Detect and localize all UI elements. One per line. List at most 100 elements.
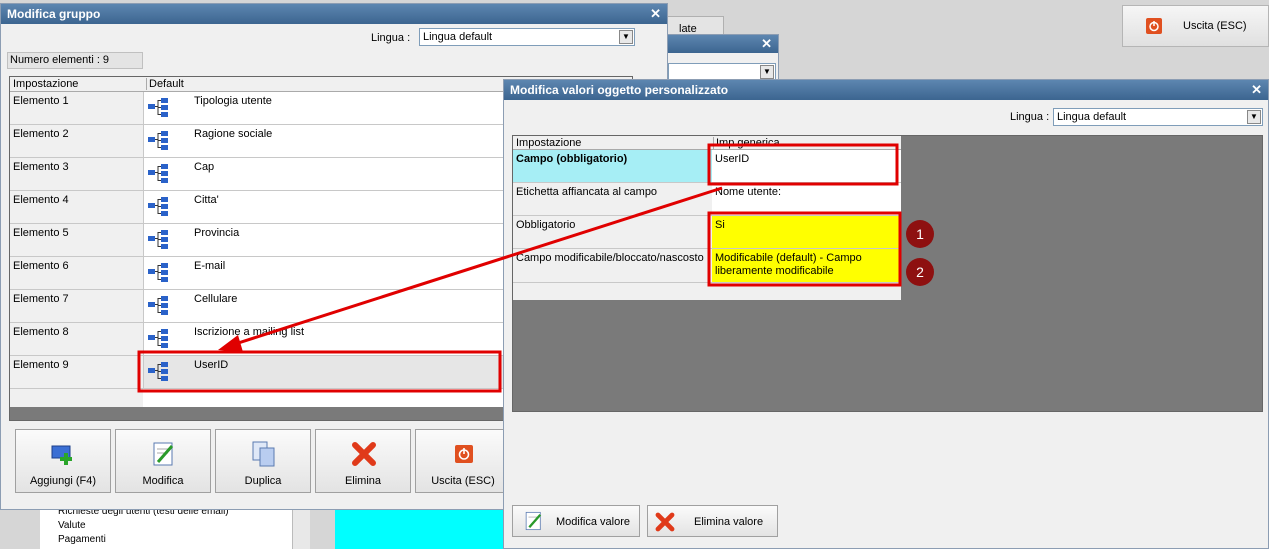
row-value-cell: Si: [712, 216, 901, 248]
value-row[interactable]: Campo modificabile/bloccato/nascosto Mod…: [513, 249, 901, 283]
group-window-titlebar[interactable]: Modifica gruppo ✕: [1, 4, 667, 24]
cyan-panel: [335, 508, 515, 549]
row-setting-label: Elemento 2: [13, 128, 69, 140]
row-setting-label: Obbligatorio: [516, 219, 576, 231]
row-value-label: Modificabile (default) - Campo liberamen…: [715, 252, 862, 277]
column-header-default[interactable]: Default: [146, 78, 184, 90]
row-value-label: UserID: [715, 153, 750, 165]
row-setting-label: Elemento 4: [13, 194, 69, 206]
tree-structure-icon: [148, 362, 168, 381]
exit-button[interactable]: Uscita (ESC): [415, 429, 511, 493]
language-value: Lingua default: [1057, 111, 1127, 123]
tree-item[interactable]: Valute: [58, 520, 86, 531]
row-setting-label: Elemento 5: [13, 227, 69, 239]
row-value-label: Nome utente:: [715, 186, 782, 198]
value-row[interactable]: Campo (obbligatorio) UserID: [513, 150, 901, 183]
delete-button[interactable]: Elimina: [315, 429, 411, 493]
background-exit-button[interactable]: Uscita (ESC): [1122, 5, 1269, 47]
tree-structure-icon: [148, 164, 168, 183]
element-count: Numero elementi : 9: [7, 52, 143, 69]
row-default-label: UserID: [194, 359, 229, 371]
power-icon: [1146, 18, 1162, 34]
tree-panel: Richieste degli utenti (testi delle emai…: [40, 506, 310, 549]
delete-icon: [352, 442, 376, 466]
tree-item[interactable]: Pagamenti: [58, 534, 106, 545]
column-header-generic[interactable]: Imp.generica: [713, 137, 780, 149]
row-setting-label: Elemento 8: [13, 326, 69, 338]
row-default-label: Cap: [194, 161, 215, 173]
row-default-label: Provincia: [194, 227, 240, 239]
language-select[interactable]: Lingua default ▼: [419, 28, 635, 46]
row-setting-cell: Elemento 4: [10, 191, 144, 223]
row-setting-label: Elemento 3: [13, 161, 69, 173]
duplicate-button-label: Duplica: [244, 475, 282, 487]
language-select[interactable]: Lingua default ▼: [1053, 108, 1263, 126]
value-row[interactable]: Obbligatorio Si: [513, 216, 901, 249]
row-setting-cell: Elemento 5: [10, 224, 144, 256]
group-toolbar: Aggiungi (F4) Modifica Duplica Elimina U…: [15, 429, 515, 495]
tree-structure-icon: [148, 197, 168, 216]
row-setting-cell: Elemento 3: [10, 158, 144, 190]
language-value: Lingua default: [423, 31, 493, 43]
row-setting-label: Campo (obbligatorio): [516, 153, 628, 165]
value-window-titlebar[interactable]: Modifica valori oggetto personalizzato ✕: [504, 80, 1268, 100]
group-window-title: Modifica gruppo: [7, 7, 101, 21]
edit-icon: [525, 511, 542, 531]
background-exit-label: Uscita (ESC): [1183, 20, 1247, 32]
close-icon[interactable]: ✕: [1251, 80, 1262, 100]
edit-button[interactable]: Modifica: [115, 429, 211, 493]
add-button[interactable]: Aggiungi (F4): [15, 429, 111, 493]
tree-structure-icon: [148, 263, 168, 282]
language-label: Lingua :: [371, 32, 411, 44]
row-default-label: Ragione sociale: [194, 128, 273, 140]
annotation-badge-1: 1: [906, 220, 934, 248]
value-row-empty: [513, 283, 901, 300]
row-setting-cell: Elemento 2: [10, 125, 144, 157]
row-value-cell: Nome utente:: [712, 183, 901, 215]
chevron-down-icon[interactable]: ▼: [760, 65, 774, 79]
empty-row: [10, 389, 143, 407]
edit-value-label: Modifica valore: [556, 516, 630, 528]
row-setting-label: Elemento 9: [13, 359, 69, 371]
value-row[interactable]: Etichetta affiancata al campo Nome utent…: [513, 183, 901, 216]
column-header-setting[interactable]: Impostazione: [13, 78, 78, 90]
tree-scrollbar[interactable]: [292, 508, 310, 549]
value-window: Modifica valori oggetto personalizzato ✕…: [503, 79, 1269, 549]
row-setting-label: Elemento 6: [13, 260, 69, 272]
add-icon: [51, 445, 72, 465]
edit-value-button[interactable]: Modifica valore: [512, 505, 640, 537]
annotation-badge-2: 2: [906, 258, 934, 286]
row-setting-cell: Campo (obbligatorio): [513, 150, 712, 182]
column-header-setting[interactable]: Impostazione: [516, 137, 581, 149]
values-table: Impostazione Imp.generica Campo (obbliga…: [513, 136, 901, 300]
delete-button-label: Elimina: [344, 475, 382, 487]
row-setting-cell: Elemento 1: [10, 92, 144, 124]
duplicate-button[interactable]: Duplica: [215, 429, 311, 493]
row-default-label: Cellulare: [194, 293, 238, 305]
close-icon[interactable]: ✕: [761, 35, 772, 53]
row-setting-cell: Elemento 8: [10, 323, 144, 355]
row-value-label: Si: [715, 219, 725, 231]
delete-value-label: Elimina valore: [694, 516, 764, 528]
delete-value-button[interactable]: Elimina valore: [647, 505, 778, 537]
row-default-label: E-mail: [194, 260, 226, 272]
language-label: Lingua :: [1010, 111, 1050, 123]
add-button-label: Aggiungi (F4): [29, 475, 97, 487]
row-value-cell: Modificabile (default) - Campo liberamen…: [712, 249, 901, 282]
power-icon: [455, 445, 473, 463]
close-icon[interactable]: ✕: [650, 4, 661, 24]
row-default-label: Citta': [194, 194, 219, 206]
exit-button-label: Uscita (ESC): [431, 475, 495, 487]
delete-icon: [655, 512, 675, 532]
row-default-label: Tipologia utente: [194, 95, 272, 107]
row-setting-label: Etichetta affiancata al campo: [516, 186, 658, 198]
chevron-down-icon[interactable]: ▼: [1247, 110, 1261, 124]
row-setting-cell: Elemento 9: [10, 356, 144, 388]
values-grid: Impostazione Imp.generica Campo (obbliga…: [512, 135, 1263, 412]
value-window-title: Modifica valori oggetto personalizzato: [510, 83, 729, 97]
tree-structure-icon: [148, 329, 168, 348]
edit-button-label: Modifica: [142, 475, 184, 487]
row-setting-cell: Elemento 6: [10, 257, 144, 289]
chevron-down-icon[interactable]: ▼: [619, 30, 633, 44]
edit-icon: [153, 442, 174, 466]
